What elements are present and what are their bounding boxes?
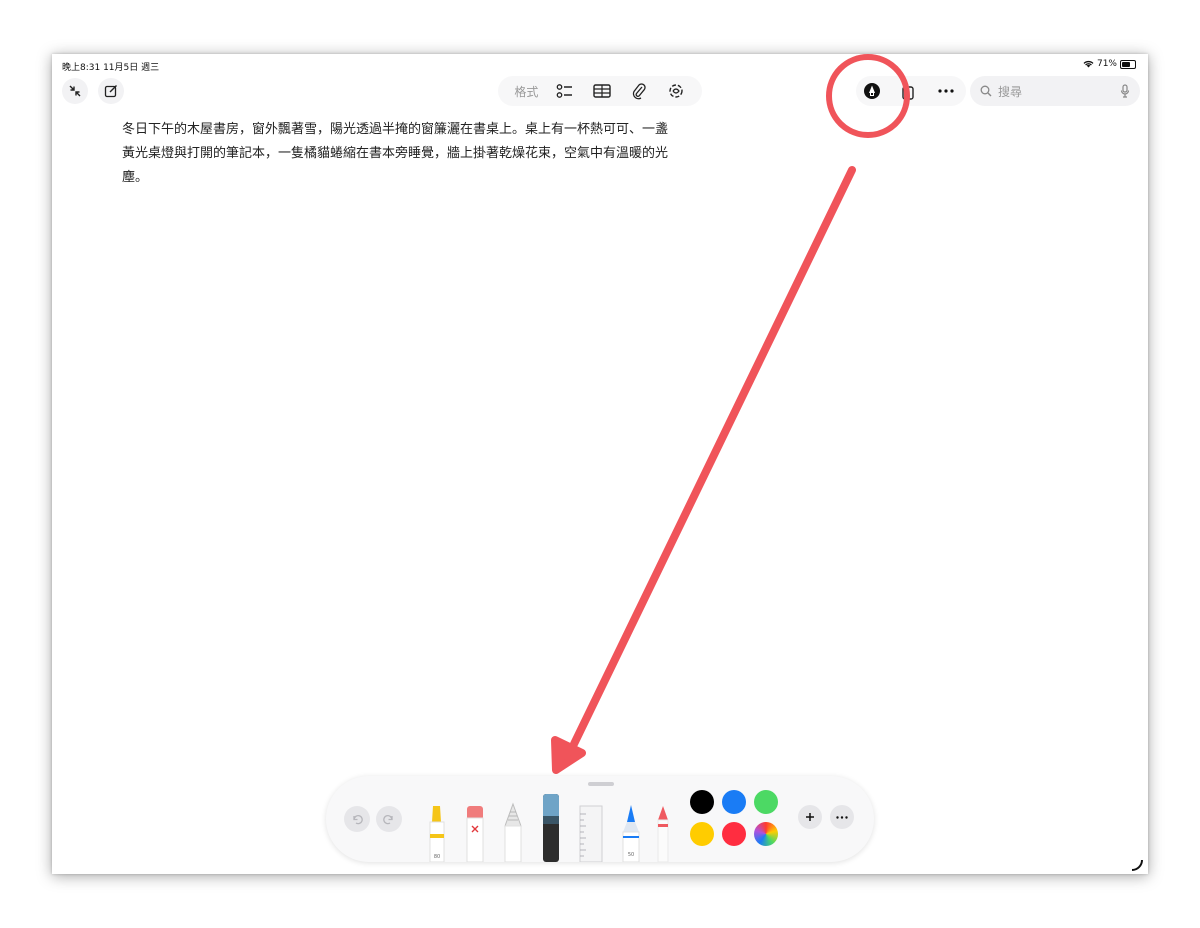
- color-green[interactable]: [754, 790, 778, 814]
- tool-palette: 80 50: [326, 776, 874, 862]
- color-red[interactable]: [722, 822, 746, 846]
- palette-grabber[interactable]: [588, 782, 614, 786]
- palette-more-button[interactable]: [830, 805, 854, 829]
- color-yellow[interactable]: [690, 822, 714, 846]
- highlighter-tool[interactable]: 80: [426, 802, 448, 862]
- color-black[interactable]: [690, 790, 714, 814]
- undo-button[interactable]: [344, 806, 370, 832]
- add-tool-button[interactable]: [798, 805, 822, 829]
- fountain-pen-tool[interactable]: [540, 792, 562, 862]
- color-picker-wheel[interactable]: [754, 822, 778, 846]
- pen-tool[interactable]: 50: [620, 802, 642, 862]
- corner-handle-icon: [1131, 859, 1143, 871]
- undo-icon: [353, 815, 363, 825]
- color-blue[interactable]: [722, 790, 746, 814]
- pen-width-label: 50: [628, 852, 634, 858]
- highlighter-width-label: 80: [434, 854, 440, 860]
- ellipsis-icon: [836, 815, 848, 819]
- ipad-screen: 晚上8:31 11月5日 週三 71% 格式 搜尋 冬日下午的木屋書房，窗外飄著…: [52, 54, 1148, 874]
- eraser-tool[interactable]: [464, 802, 486, 862]
- redo-button[interactable]: [376, 806, 402, 832]
- note-body[interactable]: 冬日下午的木屋書房，窗外飄著雪，陽光透過半掩的窗簾灑在書桌上。桌上有一杯熱可可、…: [122, 118, 672, 190]
- plus-icon: [806, 813, 814, 821]
- ruler-tool[interactable]: [578, 804, 604, 862]
- redo-icon: [383, 815, 393, 825]
- pencil-tool[interactable]: [502, 802, 524, 862]
- crayon-tool[interactable]: [654, 802, 672, 862]
